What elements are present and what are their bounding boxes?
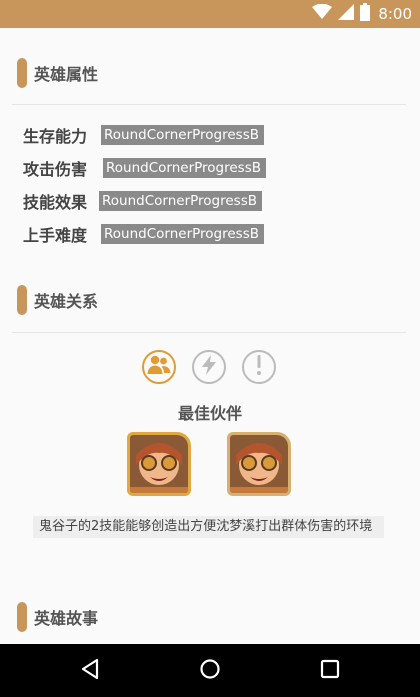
- attribute-progress-bar: RoundCornerProgressB: [99, 191, 262, 211]
- relation-title: 最佳伙伴: [177, 404, 242, 423]
- section-accent-bar: [17, 285, 27, 315]
- hero-portrait-icon: [130, 435, 188, 493]
- tab-best-partner[interactable]: [142, 350, 176, 384]
- attribute-progress-bar: RoundCornerProgressB: [101, 125, 264, 145]
- attribute-label: 技能效果: [23, 193, 88, 212]
- partner-avatar[interactable]: [127, 432, 191, 496]
- relation-tabs: [142, 350, 276, 384]
- people-icon: [147, 354, 171, 380]
- recents-icon: [320, 659, 340, 683]
- hero-detail-content[interactable]: 英雄属性 生存能力 RoundCornerProgressB 攻击伤害 Roun…: [0, 28, 420, 644]
- section-title: 英雄属性: [34, 65, 99, 84]
- attribute-row-skill: 技能效果 RoundCornerProgressB: [23, 189, 262, 213]
- recents-button[interactable]: [310, 651, 350, 691]
- section-header-relations: 英雄关系: [17, 285, 98, 315]
- signal-icon: [338, 4, 355, 24]
- navigation-bar: [0, 644, 420, 697]
- attribute-progress-bar: RoundCornerProgressB: [103, 158, 266, 178]
- hero-portrait-icon: [230, 435, 288, 493]
- back-button[interactable]: [70, 651, 110, 691]
- relation-description: 鬼谷子的2技能能够创造出方便沈梦溪打出群体伤害的环境: [33, 516, 384, 538]
- section-header-attributes: 英雄属性: [17, 58, 98, 88]
- attribute-row-attack: 攻击伤害 RoundCornerProgressB: [23, 156, 266, 180]
- status-bar: 8:00: [0, 0, 420, 28]
- tab-counter[interactable]: [192, 350, 226, 384]
- attribute-label: 上手难度: [23, 226, 88, 245]
- exclamation-icon: [254, 354, 264, 380]
- partner-list: [127, 432, 291, 496]
- section-header-story: 英雄故事: [17, 602, 98, 632]
- tab-countered[interactable]: [242, 350, 276, 384]
- attribute-progress-bar: RoundCornerProgressB: [101, 224, 264, 244]
- battery-icon: [360, 3, 371, 25]
- attribute-row-difficulty: 上手难度 RoundCornerProgressB: [23, 222, 264, 246]
- section-accent-bar: [17, 58, 27, 88]
- partner-avatar[interactable]: [227, 432, 291, 496]
- status-time: 8:00: [378, 5, 412, 23]
- home-button[interactable]: [190, 651, 230, 691]
- attribute-label: 攻击伤害: [23, 160, 88, 179]
- section-title: 英雄关系: [34, 292, 99, 311]
- back-icon: [80, 658, 100, 684]
- divider: [12, 332, 406, 333]
- home-icon: [199, 658, 221, 684]
- section-accent-bar: [17, 602, 27, 632]
- lightning-icon: [200, 354, 218, 380]
- attribute-row-survival: 生存能力 RoundCornerProgressB: [23, 123, 264, 147]
- wifi-icon: [312, 3, 333, 24]
- section-title: 英雄故事: [34, 609, 99, 628]
- divider: [12, 104, 406, 105]
- attribute-label: 生存能力: [23, 127, 88, 146]
